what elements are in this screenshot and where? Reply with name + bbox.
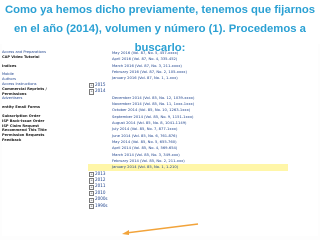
caption-box: Como ya hemos dicho previamente, tenemos… xyxy=(0,0,320,54)
year-label: 2015 xyxy=(95,81,106,87)
year-label: 2013 xyxy=(95,170,106,176)
slide: Access and Preparations CAP Video Tutoria… xyxy=(0,0,320,240)
expand-icon[interactable]: + xyxy=(89,89,95,95)
sidebar: Access and Preparations CAP Video Tutoria… xyxy=(2,50,88,143)
sidebar-link[interactable]: Feedback xyxy=(2,138,88,143)
year-label: 2014 xyxy=(95,88,106,94)
year-label: 1990s xyxy=(95,202,108,208)
year-label: 2012 xyxy=(95,177,106,183)
year-label: 2010 xyxy=(95,189,106,195)
issue-archive-list: May 2016 (Vol. 87, No. 5, 457-xxxx) April… xyxy=(88,50,288,210)
year-label: 2011 xyxy=(95,183,106,189)
expand-icon[interactable]: + xyxy=(89,203,95,210)
year-label: 2000s xyxy=(95,196,108,202)
year-link[interactable]: +1990s xyxy=(88,202,288,210)
year-link[interactable]: +2014 xyxy=(88,88,288,95)
caption-text: Como ya hemos dicho previamente, tenemos… xyxy=(4,4,316,54)
arrow-icon xyxy=(122,223,199,235)
